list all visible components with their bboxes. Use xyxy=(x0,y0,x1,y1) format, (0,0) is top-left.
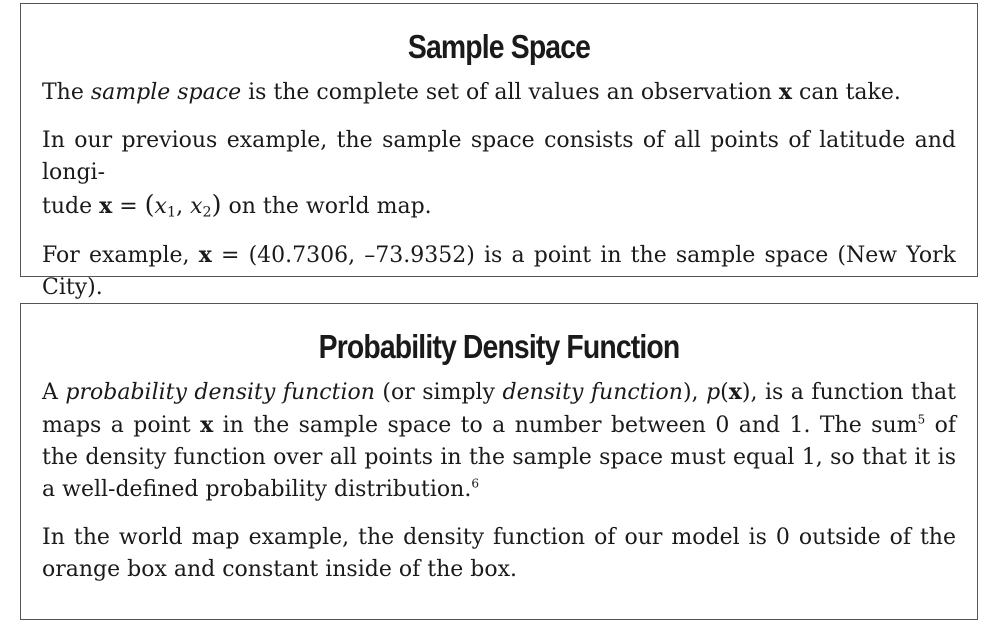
subscript-1: 1 xyxy=(166,204,177,221)
sample-space-example-paragraph: In our previous example, the sample spac… xyxy=(42,125,956,223)
text: is the complete set of all values an obs… xyxy=(241,80,779,105)
footnote-marker-6[interactable]: 6 xyxy=(471,477,479,491)
pdf-world-map-example: In the world map example, the density fu… xyxy=(42,522,956,586)
variable-x1: x xyxy=(154,194,167,219)
sample-space-box: Sample Space The sample space is the com… xyxy=(20,3,978,300)
function-p: p xyxy=(706,380,721,405)
term-density-function: density function xyxy=(502,380,683,405)
variable-x: x xyxy=(728,379,742,405)
text: In the world map example, the density fu… xyxy=(42,525,956,582)
sample-space-nyc-example: For example, x = (40.7306, –73.9352) is … xyxy=(42,239,956,304)
text: in the sample space to a number between … xyxy=(213,413,918,438)
text: = xyxy=(112,194,145,219)
text: ( xyxy=(720,380,729,405)
sample-space-definition: The sample space is the complete set of … xyxy=(42,76,956,109)
variable-x: x xyxy=(200,412,214,438)
sample-space-title: Sample Space xyxy=(407,28,591,65)
text: can take. xyxy=(792,80,901,105)
close-paren: ) xyxy=(211,190,222,219)
pdf-definition: A probability density function (or simpl… xyxy=(42,376,956,506)
term-probability-density-function: probability density function xyxy=(65,380,375,405)
text: , xyxy=(176,194,191,219)
text: In our previous example, the sample spac… xyxy=(42,128,956,185)
text: (or simply xyxy=(374,380,503,405)
text: tude xyxy=(42,194,100,219)
variable-x2: x xyxy=(190,194,203,219)
pdf-box: Probability Density Function A probabili… xyxy=(20,303,978,620)
subscript-2: 2 xyxy=(202,204,212,221)
variable-x: x xyxy=(778,79,792,105)
text: For example, xyxy=(42,243,199,268)
variable-x: x xyxy=(99,193,113,219)
text: on the world map. xyxy=(221,194,432,219)
text: A xyxy=(42,380,66,405)
open-paren: ( xyxy=(144,190,155,219)
term-sample-space: sample space xyxy=(90,80,242,105)
text: The xyxy=(42,80,91,105)
pdf-title: Probability Density Function xyxy=(318,328,681,365)
text: ), xyxy=(682,380,707,405)
variable-x: x xyxy=(198,242,212,268)
